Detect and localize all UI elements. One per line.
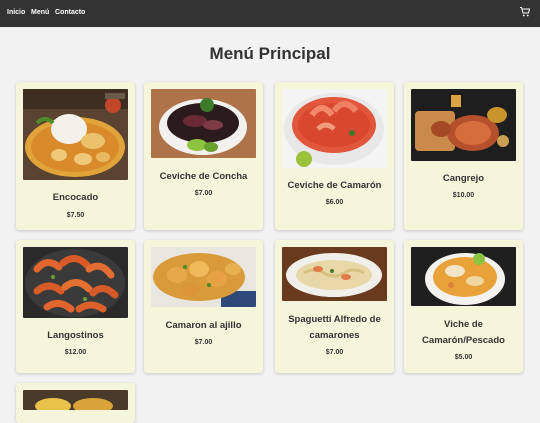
dish-image [151, 89, 256, 158]
dish-card-ceviche-concha[interactable]: Ceviche de Concha $7.00 [144, 82, 263, 230]
dish-image [282, 247, 387, 301]
dish-image [23, 247, 128, 318]
dish-image [151, 247, 256, 307]
dish-image [411, 247, 516, 306]
dish-price: $5.00 [454, 354, 473, 361]
nav-link-menu[interactable]: Menú [31, 9, 49, 16]
page-title: Menú Principal [209, 44, 331, 63]
dish-image [411, 89, 516, 161]
dish-card-viche[interactable]: Viche de Camarón/Pescado $5.00 [404, 240, 523, 373]
dish-price: $7.00 [194, 339, 213, 346]
dish-name: Ceviche de Camarón [287, 180, 382, 191]
dish-image [23, 89, 128, 180]
dish-price: $7.00 [194, 190, 213, 197]
dish-price: $12.00 [64, 349, 87, 356]
dish-card-cangrejo[interactable]: Cangrejo $10.00 [404, 82, 523, 230]
dish-name: Encocado [52, 192, 99, 203]
dish-name: Langostinos [47, 330, 104, 341]
dish-name: Spaguetti Alfredo de camarones [288, 314, 381, 341]
dish-card-partial[interactable] [16, 383, 135, 423]
dish-card-encocado[interactable]: Encocado $7.50 [16, 82, 135, 230]
dish-card-spaguetti-alfredo[interactable]: Spaguetti Alfredo de camarones $7.00 [275, 240, 394, 373]
dish-image [282, 89, 387, 168]
nav-link-inicio[interactable]: Inicio [7, 9, 25, 16]
dish-price: $7.50 [66, 212, 85, 219]
dish-card-langostinos[interactable]: Langostinos $12.00 [16, 240, 135, 373]
dish-name: Camaron al ajillo [165, 320, 242, 331]
dish-image [23, 390, 128, 410]
dish-card-ceviche-camaron[interactable]: Ceviche de Camarón $6.00 [275, 82, 394, 230]
dish-name: Ceviche de Concha [159, 171, 248, 182]
dish-price: $10.00 [452, 192, 475, 199]
dish-name: Cangrejo [442, 173, 485, 184]
nav-link-contacto[interactable]: Contacto [55, 9, 85, 16]
dish-price: $6.00 [325, 199, 344, 206]
dish-price: $7.00 [325, 349, 344, 356]
cart-icon[interactable] [519, 6, 531, 18]
dish-card-camaron-ajillo[interactable]: Camaron al ajillo $7.00 [144, 240, 263, 373]
dish-name: Viche de Camarón/Pescado [422, 319, 505, 346]
top-navbar: Inicio Menú Contacto [0, 0, 540, 27]
